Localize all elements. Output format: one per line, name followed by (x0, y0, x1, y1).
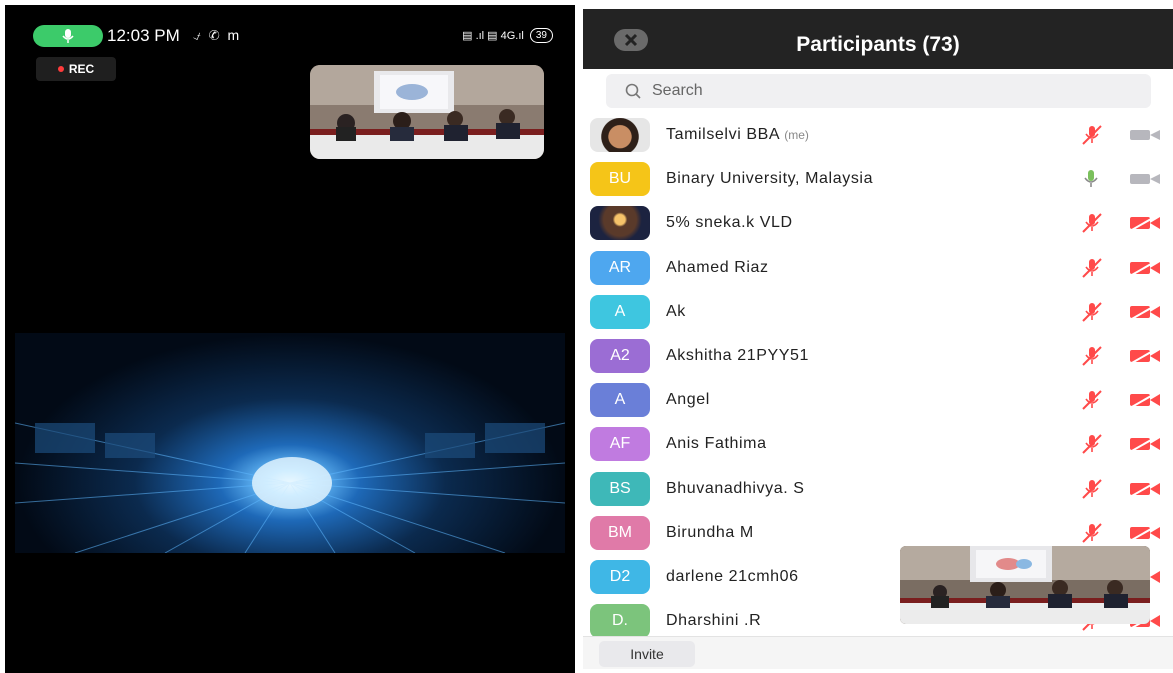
participant-name-text: Dharshini .R (666, 612, 762, 630)
microphone-icon (62, 29, 74, 43)
microphone-muted-icon[interactable] (1080, 124, 1104, 151)
participant-row[interactable]: 5% sneka.k VLD (583, 201, 1173, 245)
microphone-icon[interactable] (1080, 168, 1102, 195)
bottom-toolbar: Invite (583, 636, 1173, 669)
floating-video-thumbnail[interactable] (900, 546, 1150, 624)
microphone-muted-icon[interactable] (1080, 433, 1104, 460)
meeting-video-screen: 12:03 PM ⍻ ✆ m ▤ .ıl ▤ 4G.ıl 39 REC (5, 5, 575, 673)
search-icon (625, 83, 641, 99)
microphone-muted-icon[interactable] (1080, 212, 1104, 239)
rec-label: REC (68, 62, 95, 76)
microphone-muted-icon[interactable] (1080, 389, 1104, 416)
participant-name: Tamilselvi BBA (me) (666, 113, 809, 157)
record-dot-icon (57, 66, 64, 72)
participant-name-text: Tamilselvi BBA (666, 126, 781, 143)
participant-name: Angel (666, 378, 710, 422)
video-off-icon[interactable] (1128, 523, 1162, 547)
participant-row[interactable]: A Ak (583, 290, 1173, 334)
participant-row[interactable]: AR Ahamed Riaz (583, 246, 1173, 290)
participant-row[interactable]: BS Bhuvanadhivya. S (583, 467, 1173, 511)
self-video-thumbnail[interactable] (310, 65, 544, 159)
participant-name: Ahamed Riaz (666, 246, 769, 290)
me-tag: (me) (784, 128, 809, 142)
shared-screen-video (15, 333, 565, 553)
clock: 12:03 PM (107, 26, 180, 45)
active-mic-pill[interactable] (33, 25, 103, 47)
participant-name: Bhuvanadhivya. S (666, 467, 805, 511)
participant-avatar: A2 (590, 338, 650, 373)
signal-icons: ▤ .ıl ▤ 4G.ıl 39 (462, 28, 553, 43)
status-bar: 12:03 PM ⍻ ✆ m ▤ .ıl ▤ 4G.ıl 39 (33, 25, 553, 57)
video-off-icon[interactable] (1128, 214, 1162, 237)
participant-name: Anis Fathima (666, 422, 767, 466)
participant-name: Akshitha 21PYY51 (666, 334, 809, 378)
microphone-muted-icon[interactable] (1080, 301, 1104, 328)
participant-name-text: Ak (666, 302, 686, 320)
tunnel-light-graphic (15, 422, 565, 553)
participants-panel: Participants (73) Tamilselvi BBA(me) BU Bi… (583, 9, 1173, 669)
participant-name-text: Ahamed Riaz (666, 258, 769, 276)
recording-indicator: REC (36, 57, 116, 81)
video-off-icon[interactable] (1128, 391, 1162, 414)
video-off-icon[interactable] (1128, 258, 1162, 282)
participant-name-text: Birundha M (666, 523, 754, 541)
search-input[interactable] (652, 82, 1052, 100)
participant-name-text: 5% sneka.k VLD (666, 214, 793, 232)
conference-room-image (310, 65, 544, 159)
close-icon (624, 33, 638, 47)
participant-row[interactable]: A Angel (583, 378, 1173, 422)
conference-room-image (900, 546, 1150, 624)
invite-button[interactable]: Invite (599, 641, 695, 667)
participant-name-text: Binary University, Malaysia (666, 170, 874, 188)
participant-avatar: BS (590, 471, 650, 506)
video-camera-icon[interactable] (1128, 126, 1162, 149)
microphone-muted-icon[interactable] (1080, 257, 1104, 284)
search-bar[interactable] (606, 74, 1151, 108)
panel-title: Participants (73) (796, 33, 960, 56)
participant-avatar: D. (590, 604, 650, 639)
participant-name: darlene 21cmh06 (666, 555, 799, 599)
participant-row[interactable]: AF Anis Fathima (583, 422, 1173, 466)
microphone-muted-icon[interactable] (1080, 345, 1104, 372)
participant-name-text: Bhuvanadhivya. S (666, 479, 805, 497)
video-off-icon[interactable] (1128, 479, 1162, 503)
battery-icon: 39 (529, 28, 553, 43)
network-signal-icon: ▤ .ıl ▤ 4G.ıl (462, 30, 524, 42)
participant-avatar: BM (590, 515, 650, 550)
panel-header: Participants (73) (583, 9, 1173, 69)
participant-row[interactable]: A2 Akshitha 21PYY51 (583, 334, 1173, 378)
participant-name-text: darlene 21cmh06 (666, 567, 799, 585)
microphone-muted-icon[interactable] (1080, 522, 1104, 549)
video-camera-icon[interactable] (1128, 170, 1162, 193)
participant-name: Ak (666, 290, 686, 334)
notification-icons: ⍻ ✆ m (193, 27, 242, 43)
participant-avatar: AF (590, 427, 650, 462)
participant-avatar (590, 118, 650, 152)
participant-name-text: Angel (666, 391, 710, 409)
participant-avatar: BU (590, 162, 650, 197)
participant-name-text: Anis Fathima (666, 435, 767, 453)
participant-name: Binary University, Malaysia (666, 157, 873, 201)
participant-row[interactable]: Tamilselvi BBA (me) (583, 113, 1173, 157)
participant-avatar: AR (590, 250, 650, 285)
participant-row[interactable]: BU Binary University, Malaysia (583, 157, 1173, 201)
participant-name: Birundha M (666, 511, 754, 555)
video-off-icon[interactable] (1128, 302, 1162, 326)
participant-avatar (590, 206, 650, 241)
video-off-icon[interactable] (1128, 347, 1162, 370)
participant-name-text: Akshitha 21PYY51 (666, 346, 810, 364)
participant-avatar: A (590, 383, 650, 418)
participant-avatar: A (590, 294, 650, 329)
close-button[interactable] (614, 29, 648, 51)
participant-avatar: D2 (590, 559, 650, 594)
participant-name: 5% sneka.k VLD (666, 201, 793, 245)
microphone-muted-icon[interactable] (1080, 478, 1104, 505)
video-off-icon[interactable] (1128, 435, 1162, 458)
